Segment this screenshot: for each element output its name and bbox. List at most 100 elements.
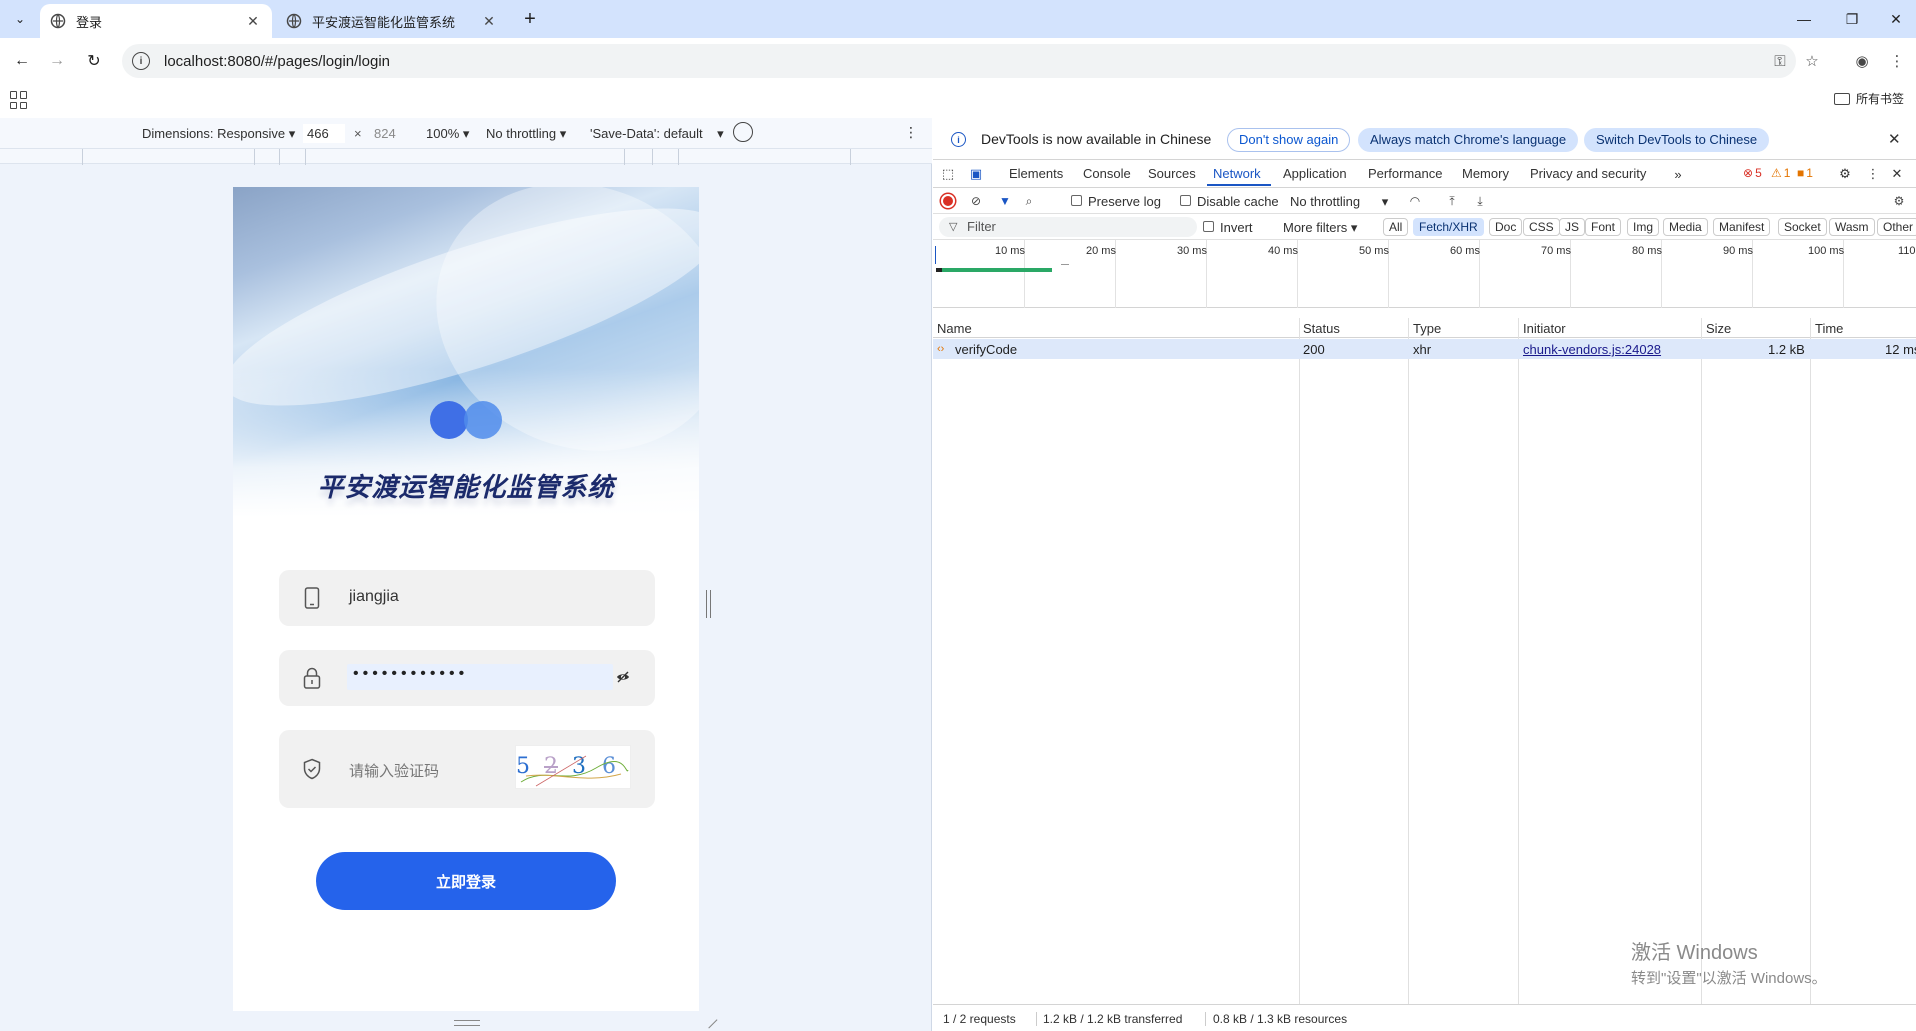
type-chip-css[interactable]: CSS <box>1523 218 1560 236</box>
info-icon: i <box>951 132 966 147</box>
height-input[interactable]: 824 <box>370 124 412 143</box>
issue-count-badge[interactable]: ■ 1 <box>1797 166 1813 180</box>
export-har-icon[interactable]: ⤓ <box>1471 192 1489 210</box>
device-menu-kebab-icon[interactable]: ⋮ <box>904 124 918 141</box>
more-tabs-chevron-icon[interactable]: » <box>1669 165 1687 183</box>
bottom-resize-handle[interactable] <box>454 1020 480 1026</box>
record-icon[interactable] <box>939 192 957 210</box>
captcha-field[interactable]: 请输入验证码 5 2 3 6 <box>279 730 655 808</box>
login-button[interactable]: 立即登录 <box>316 852 616 910</box>
all-bookmarks-button[interactable]: 所有书签 <box>1833 90 1904 107</box>
switch-to-chinese-button[interactable]: Switch DevTools to Chinese <box>1584 128 1770 152</box>
profile-icon[interactable]: ◉ <box>1853 52 1871 70</box>
type-chip-fetch-xhr[interactable]: Fetch/XHR <box>1413 218 1484 236</box>
username-value[interactable]: jiangjia <box>349 588 399 606</box>
tab-close-icon[interactable]: ✕ <box>480 12 498 30</box>
filter-input[interactable]: ▽ Filter <box>939 217 1197 237</box>
save-data-dropdown[interactable]: 'Save-Data': default ▾ <box>590 126 724 142</box>
tab-memory[interactable]: Memory <box>1462 166 1509 181</box>
password-input[interactable]: •••••••••••• <box>347 664 613 690</box>
error-count-badge[interactable]: ⊗ 5 <box>1743 166 1762 180</box>
bookmarks-bar: 所有书签 <box>0 84 1916 116</box>
captcha-placeholder[interactable]: 请输入验证码 <box>349 760 439 781</box>
network-conditions-icon[interactable]: ◠ <box>1406 192 1424 210</box>
type-chip-js[interactable]: JS <box>1559 218 1586 236</box>
warning-count-badge[interactable]: ⚠ 1 <box>1771 166 1790 180</box>
menu-kebab-icon[interactable]: ⋮ <box>1888 52 1906 70</box>
minimize-icon[interactable]: — <box>1782 0 1826 38</box>
preserve-log-checkbox[interactable] <box>1071 195 1082 206</box>
tick-label: 70 ms <box>1541 245 1571 257</box>
back-icon[interactable]: ← <box>10 49 34 73</box>
type-chip-all[interactable]: All <box>1383 218 1409 236</box>
type-chip-img[interactable]: Img <box>1627 218 1660 236</box>
device-toggle-icon[interactable]: ▣ <box>967 165 985 183</box>
type-chip-wasm[interactable]: Wasm <box>1829 218 1875 236</box>
type-chip-media[interactable]: Media <box>1663 218 1708 236</box>
tab-system[interactable]: 平安渡运智能化监管系统 ✕ <box>276 4 508 38</box>
col-size[interactable]: Size <box>1706 321 1731 336</box>
new-tab-button[interactable]: + <box>518 7 542 31</box>
invert-checkbox[interactable] <box>1203 221 1214 232</box>
tab-login[interactable]: 登录 ✕ <box>40 4 272 38</box>
width-input[interactable]: 466 <box>303 124 345 143</box>
tab-privacy-security[interactable]: Privacy and security <box>1530 166 1646 181</box>
devtools-kebab-icon[interactable]: ⋮ <box>1864 165 1882 183</box>
phone-viewport: 平安渡运智能化监管系统 jiangjia •••••••••••• 请输入验证码… <box>233 187 699 1011</box>
username-field[interactable]: jiangjia <box>279 570 655 626</box>
password-key-icon[interactable]: ⚿ <box>1771 52 1789 70</box>
col-status[interactable]: Status <box>1303 321 1340 336</box>
zoom-dropdown[interactable]: 100% ▾ <box>426 126 469 142</box>
type-chip-socket[interactable]: Socket <box>1778 218 1827 236</box>
search-icon[interactable]: ⌕ <box>1020 192 1038 210</box>
disable-cache-checkbox[interactable] <box>1180 195 1191 206</box>
viewport-resize-handle[interactable] <box>706 590 711 618</box>
tab-console[interactable]: Console <box>1083 166 1131 181</box>
request-initiator-link[interactable]: chunk-vendors.js:24028 <box>1523 342 1661 357</box>
forward-icon[interactable]: → <box>45 49 69 73</box>
network-throttling-dropdown[interactable]: No throttling ▾ <box>1290 194 1388 210</box>
col-type[interactable]: Type <box>1413 321 1441 336</box>
password-field[interactable]: •••••••••••• <box>279 650 655 706</box>
rotate-icon[interactable] <box>733 122 753 142</box>
table-row[interactable]: ‹› verifyCode 200 xhr chunk-vendors.js:2… <box>933 339 1916 359</box>
tab-network[interactable]: Network <box>1213 166 1261 181</box>
clear-icon[interactable]: ⊘ <box>967 192 985 210</box>
request-name[interactable]: verifyCode <box>955 342 1017 357</box>
dont-show-again-button[interactable]: Don't show again <box>1227 128 1351 152</box>
tab-close-icon[interactable]: ✕ <box>244 12 262 30</box>
close-devtools-icon[interactable]: ✕ <box>1888 165 1906 183</box>
col-name[interactable]: Name <box>937 321 972 336</box>
import-har-icon[interactable]: ⤒ <box>1443 192 1461 210</box>
tab-search-chevron-icon[interactable]: ⌄ <box>8 7 32 31</box>
restore-icon[interactable]: ❐ <box>1830 0 1874 38</box>
always-match-language-button[interactable]: Always match Chrome's language <box>1358 128 1579 152</box>
tab-performance[interactable]: Performance <box>1368 166 1442 181</box>
dimensions-dropdown[interactable]: Dimensions: Responsive ▾ <box>142 126 295 142</box>
filter-funnel-small-icon: ▽ <box>949 221 958 233</box>
site-info-icon[interactable]: i <box>132 52 150 70</box>
col-initiator[interactable]: Initiator <box>1523 321 1566 336</box>
close-infobar-icon[interactable]: ✕ <box>1888 130 1901 148</box>
more-filters-dropdown[interactable]: More filters ▾ <box>1283 220 1357 236</box>
tab-application[interactable]: Application <box>1283 166 1347 181</box>
captcha-image[interactable]: 5 2 3 6 <box>515 745 631 789</box>
settings-gear-icon[interactable]: ⚙ <box>1836 165 1854 183</box>
eye-off-icon[interactable] <box>616 670 630 684</box>
type-chip-doc[interactable]: Doc <box>1489 218 1523 236</box>
tab-elements[interactable]: Elements <box>1009 166 1063 181</box>
address-bar[interactable]: i localhost:8080/#/pages/login/login <box>122 44 1796 78</box>
inspect-element-icon[interactable]: ⬚ <box>939 165 957 183</box>
reload-icon[interactable]: ↻ <box>82 49 106 73</box>
type-chip-other[interactable]: Other <box>1877 218 1916 236</box>
close-window-icon[interactable]: ✕ <box>1874 0 1916 38</box>
network-settings-gear-icon[interactable]: ⚙ <box>1890 192 1908 210</box>
bookmark-star-icon[interactable]: ☆ <box>1803 52 1821 70</box>
apps-grid-icon[interactable] <box>10 91 28 109</box>
tab-sources[interactable]: Sources <box>1148 166 1196 181</box>
col-time[interactable]: Time <box>1815 321 1843 336</box>
type-chip-font[interactable]: Font <box>1585 218 1622 236</box>
filter-funnel-icon[interactable]: ▼ <box>996 192 1014 210</box>
throttling-dropdown[interactable]: No throttling ▾ <box>486 126 566 142</box>
type-chip-manifest[interactable]: Manifest <box>1713 218 1771 236</box>
